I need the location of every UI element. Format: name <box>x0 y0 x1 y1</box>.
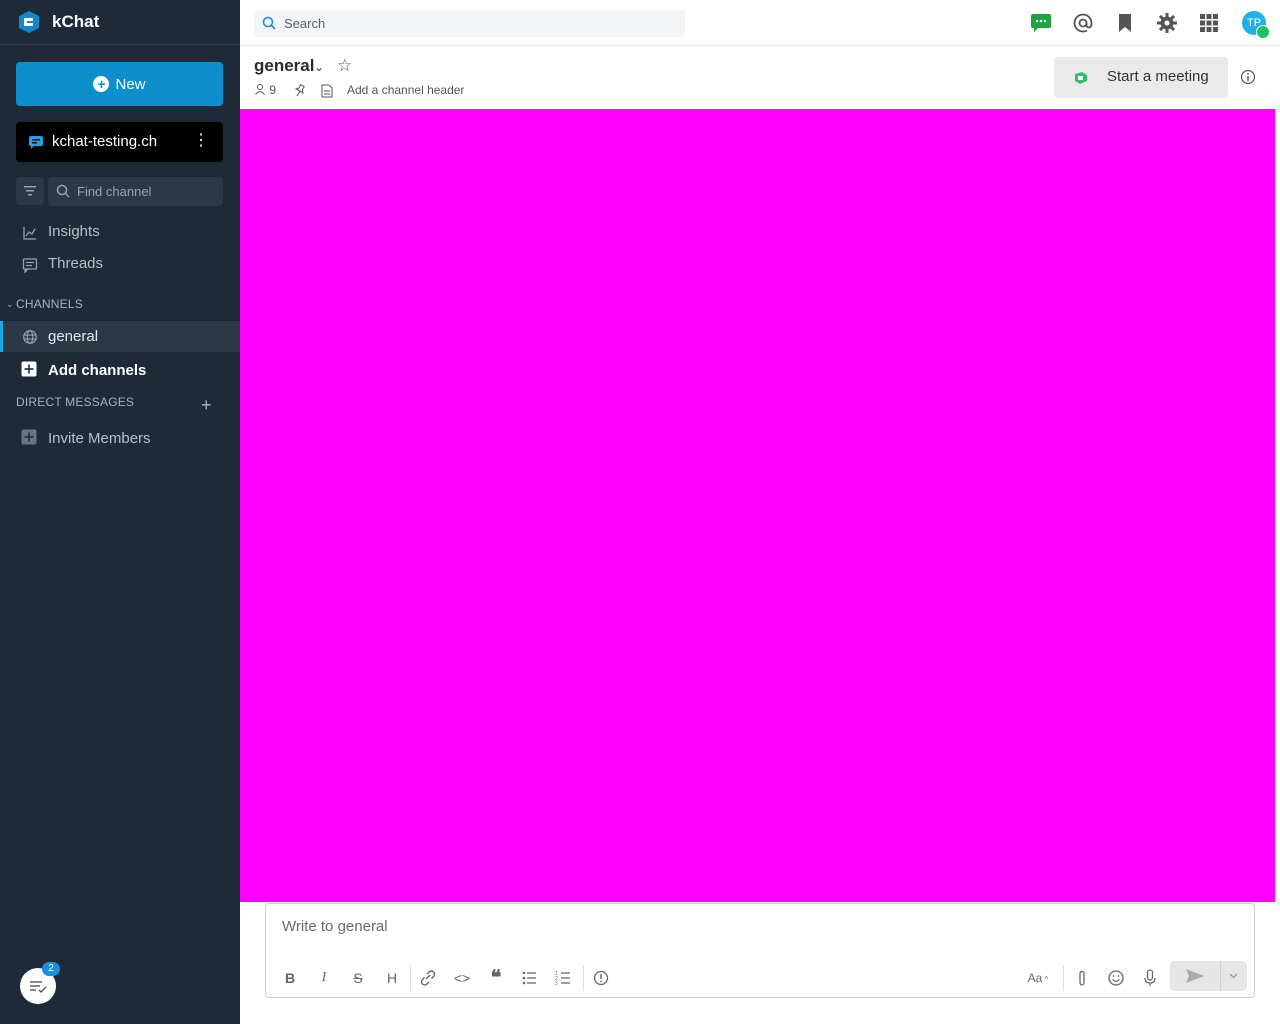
document-icon <box>321 84 333 98</box>
pin-icon[interactable] <box>293 83 307 97</box>
sidebar-item-label: Threads <box>48 255 104 272</box>
threads-icon <box>22 258 38 273</box>
send-icon <box>1186 969 1204 983</box>
chevron-down-icon[interactable] <box>1220 961 1247 991</box>
search-icon <box>56 184 70 198</box>
quote-icon[interactable]: ❝ <box>485 968 507 988</box>
add-channel-header-link[interactable]: Add a channel header <box>347 83 464 97</box>
meeting-icon <box>1075 72 1087 84</box>
more-vertical-icon[interactable]: ⋮ <box>193 132 209 150</box>
send-button[interactable] <box>1170 961 1247 991</box>
divider <box>583 965 584 991</box>
top-bar: Search TP <box>240 0 1280 46</box>
kchat-logo-icon <box>19 11 39 33</box>
alert-circle-icon[interactable] <box>590 968 612 988</box>
microphone-icon[interactable] <box>1139 968 1161 988</box>
chevron-down-icon[interactable]: ⌄ <box>6 299 14 310</box>
bookmark-icon[interactable] <box>1114 12 1136 34</box>
emoji-icon[interactable] <box>1105 968 1127 988</box>
team-switcher[interactable]: kchat-testing.ch ⋮ <box>16 122 223 162</box>
at-mention-icon[interactable] <box>1072 12 1094 34</box>
direct-messages-section-title[interactable]: DIRECT MESSAGES <box>16 395 134 409</box>
invite-members-button[interactable]: Invite Members <box>0 422 240 454</box>
text-format-label: Aa <box>1027 971 1043 985</box>
search-placeholder: Search <box>284 16 326 31</box>
new-button-label: New <box>115 75 146 93</box>
chart-line-icon <box>23 227 36 240</box>
globe-icon <box>23 330 37 344</box>
find-channel-placeholder: Find channel <box>77 184 152 199</box>
gear-icon[interactable] <box>1156 12 1178 34</box>
member-count[interactable]: 9 <box>254 83 276 97</box>
channel-header: general ⌄ ☆ 9 Add a channel header Start… <box>240 46 1280 109</box>
sidebar: kChat + New kchat-testing.ch ⋮ Find chan… <box>0 0 240 1024</box>
add-direct-message-icon[interactable]: + <box>201 395 212 416</box>
member-count-value: 9 <box>269 83 277 97</box>
heading-icon[interactable]: H <box>381 968 403 988</box>
sidebar-item-insights[interactable]: Insights <box>0 216 240 248</box>
info-icon[interactable] <box>1240 69 1256 85</box>
add-channels-button[interactable]: Add channels <box>0 354 240 386</box>
bold-icon[interactable]: B <box>279 968 301 988</box>
plus-box-icon <box>21 361 37 377</box>
divider <box>410 965 411 991</box>
code-icon[interactable]: <> <box>451 968 473 988</box>
new-button[interactable]: + New <box>16 62 223 106</box>
member-icon <box>255 84 265 95</box>
invite-members-label: Invite Members <box>48 430 151 447</box>
svg-text:3: 3 <box>555 981 558 987</box>
sidebar-item-general[interactable]: general <box>0 321 240 352</box>
channel-title[interactable]: general <box>254 56 314 76</box>
status-online-icon <box>1256 25 1270 39</box>
search-input[interactable]: Search <box>254 10 685 37</box>
star-icon[interactable]: ☆ <box>337 56 352 76</box>
brand-header: kChat <box>0 0 240 45</box>
add-channels-label: Add channels <box>48 362 147 379</box>
plus-icon: + <box>93 76 110 92</box>
text-format-toggle[interactable]: Aa ^ <box>1023 968 1053 988</box>
message-area <box>240 109 1275 902</box>
bulleted-list-icon[interactable] <box>519 968 541 988</box>
sidebar-item-label: general <box>48 328 99 345</box>
notification-badge: 2 <box>42 962 60 976</box>
channels-section-title[interactable]: CHANNELS <box>16 297 83 311</box>
filter-icon <box>24 186 36 196</box>
chat-bubble-icon[interactable] <box>1030 12 1052 34</box>
composer-placeholder: Write to general <box>282 918 388 935</box>
filter-button[interactable] <box>16 177 44 205</box>
italic-icon[interactable]: I <box>313 968 335 988</box>
plus-box-icon <box>21 429 37 445</box>
app-name: kChat <box>52 12 100 31</box>
apps-grid-icon[interactable] <box>1198 12 1220 34</box>
find-channel-input[interactable]: Find channel <box>48 177 223 206</box>
message-composer[interactable]: Write to general B I S H <> ❝ 1 2 3 Aa ^ <box>265 903 1255 998</box>
start-meeting-button[interactable]: Start a meeting <box>1054 57 1228 98</box>
chevron-down-icon[interactable]: ⌄ <box>314 60 324 74</box>
link-icon[interactable] <box>417 968 439 988</box>
numbered-list-icon[interactable]: 1 2 3 <box>553 968 575 988</box>
divider <box>1063 965 1064 991</box>
sidebar-item-label: Insights <box>48 223 100 240</box>
team-name: kchat-testing.ch <box>52 133 158 150</box>
chat-icon <box>29 136 43 149</box>
strikethrough-icon[interactable]: S <box>347 968 369 988</box>
start-meeting-label: Start a meeting <box>1107 68 1209 85</box>
search-icon <box>262 16 276 30</box>
paperclip-icon[interactable] <box>1071 968 1093 988</box>
sidebar-item-threads[interactable]: Threads <box>0 248 240 280</box>
